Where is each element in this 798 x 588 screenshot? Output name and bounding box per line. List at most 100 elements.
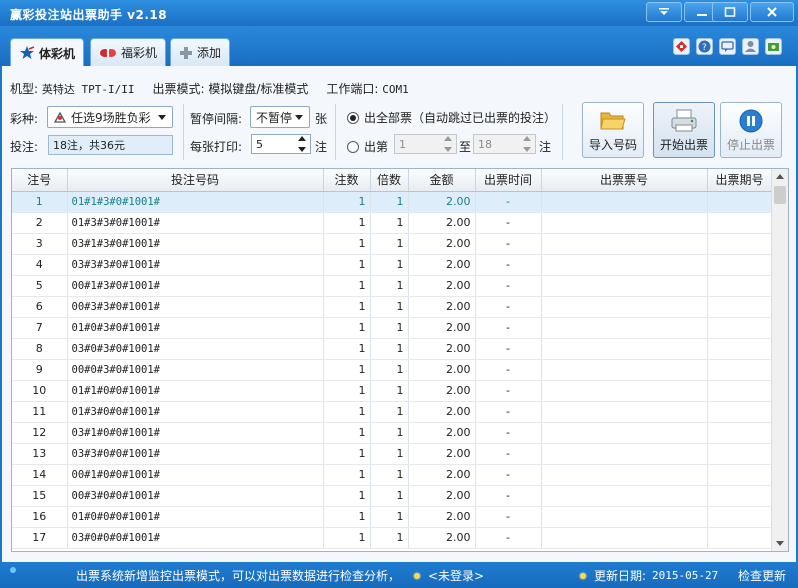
table-cell: - bbox=[475, 380, 542, 402]
column-header[interactable]: 注号 bbox=[12, 169, 68, 192]
check-update-link[interactable]: 检查更新 bbox=[738, 567, 786, 584]
table-cell: 01#0#0#0#1001# bbox=[67, 506, 324, 528]
help-icon[interactable]: ? bbox=[696, 38, 713, 55]
table-cell: 13 bbox=[12, 443, 68, 465]
table-cell: 1 bbox=[323, 401, 371, 423]
table-row[interactable]: 15 00#3#0#0#1001# 1 1 2.00- bbox=[12, 485, 773, 507]
scroll-thumb[interactable] bbox=[774, 186, 786, 204]
table-cell: 00#0#3#0#1001# bbox=[67, 359, 324, 381]
table-cell: 01#1#0#0#1001# bbox=[67, 380, 324, 402]
printer-icon bbox=[670, 109, 698, 136]
stop-printing-button[interactable]: 停止出票 bbox=[720, 102, 782, 158]
table-cell: 2.00 bbox=[408, 485, 476, 507]
chat-icon[interactable] bbox=[719, 38, 736, 55]
table-cell bbox=[707, 359, 773, 381]
pause-interval-label: 暂停间隔: bbox=[190, 112, 243, 126]
table-row[interactable]: 2 01#3#3#0#1001# 1 1 2.00- bbox=[12, 212, 773, 234]
user-icon[interactable] bbox=[742, 38, 759, 55]
table-row[interactable]: 5 00#1#3#0#1001# 1 1 2.00- bbox=[12, 275, 773, 297]
chevron-down-icon bbox=[158, 115, 166, 120]
table-cell bbox=[707, 233, 773, 255]
table-cell: - bbox=[475, 338, 542, 360]
dropdown-menu-button[interactable] bbox=[646, 2, 682, 22]
scroll-up-icon[interactable] bbox=[776, 174, 784, 179]
table-cell bbox=[541, 296, 708, 318]
stepper-buttons[interactable] bbox=[521, 136, 533, 152]
chevron-down-icon bbox=[295, 115, 303, 120]
table-cell bbox=[707, 254, 773, 276]
column-header[interactable]: 金额 bbox=[408, 169, 476, 192]
table-row[interactable]: 4 03#3#3#0#1001# 1 1 2.00- bbox=[12, 254, 773, 276]
table-cell: 1 bbox=[323, 422, 371, 444]
table-cell: 1 bbox=[370, 401, 409, 423]
table-row[interactable]: 8 03#0#3#0#1001# 1 1 2.00- bbox=[12, 338, 773, 360]
table-cell bbox=[541, 464, 708, 486]
range-from-stepper[interactable]: 1 bbox=[394, 134, 457, 154]
tab-sports-lottery[interactable]: 体彩机 bbox=[10, 38, 85, 67]
table-cell: 4 bbox=[12, 254, 68, 276]
plus-icon bbox=[179, 46, 193, 60]
table-cell: 14 bbox=[12, 464, 68, 486]
table-cell: - bbox=[475, 191, 542, 213]
table-row[interactable]: 3 03#1#3#0#1001# 1 1 2.00- bbox=[12, 233, 773, 255]
table-row[interactable]: 12 03#1#0#0#1001# 1 1 2.00- bbox=[12, 422, 773, 444]
table-row[interactable]: 7 01#0#3#0#1001# 1 1 2.00- bbox=[12, 317, 773, 339]
red-badge-icon[interactable] bbox=[673, 38, 690, 55]
close-button[interactable] bbox=[750, 2, 794, 22]
range-suffix: 注 bbox=[539, 140, 552, 154]
column-header[interactable]: 出票期号 bbox=[707, 169, 773, 192]
minimize-icon bbox=[696, 7, 708, 17]
lottery-type-select[interactable]: 任选9场胜负彩 bbox=[47, 106, 173, 128]
table-cell: 1 bbox=[323, 380, 371, 402]
money-icon[interactable] bbox=[765, 38, 782, 55]
table-cell: 1 bbox=[370, 380, 409, 402]
column-header[interactable]: 注数 bbox=[323, 169, 371, 192]
table-cell: 17 bbox=[12, 527, 68, 549]
stepper-buttons[interactable] bbox=[442, 136, 454, 152]
table-row[interactable]: 16 01#0#0#0#1001# 1 1 2.00- bbox=[12, 506, 773, 528]
table-row[interactable]: 11 01#3#0#0#1001# 1 1 2.00- bbox=[12, 401, 773, 423]
table-row[interactable]: 6 00#3#3#0#1001# 1 1 2.00- bbox=[12, 296, 773, 318]
mode-info: 出票模式: 模拟键盘/标准模式 bbox=[152, 82, 309, 96]
table-cell bbox=[541, 443, 708, 465]
radio-range-tickets[interactable]: 出第 bbox=[347, 138, 388, 155]
radio-all-tickets[interactable]: 出全部票（自动跳过已出票的投注） bbox=[347, 109, 556, 126]
table-cell: 1 bbox=[370, 338, 409, 360]
lottery-type-icon bbox=[53, 110, 67, 124]
range-to-stepper[interactable]: 18 bbox=[473, 134, 536, 154]
tab-welfare-lottery[interactable]: 福彩机 bbox=[90, 38, 167, 66]
table-cell: 1 bbox=[323, 359, 371, 381]
table-row[interactable]: 14 00#1#0#0#1001# 1 1 2.00- bbox=[12, 464, 773, 486]
vertical-scrollbar[interactable] bbox=[771, 169, 788, 551]
column-header[interactable]: 倍数 bbox=[370, 169, 409, 192]
maximize-button[interactable] bbox=[712, 2, 748, 22]
table-cell: - bbox=[475, 254, 542, 276]
stepper-buttons[interactable] bbox=[296, 136, 308, 152]
table-row[interactable]: 9 00#0#3#0#1001# 1 1 2.00- bbox=[12, 359, 773, 381]
table-cell: - bbox=[475, 317, 542, 339]
table-cell bbox=[707, 296, 773, 318]
close-icon bbox=[766, 6, 778, 18]
start-printing-button[interactable]: 开始出票 bbox=[653, 102, 715, 158]
pause-interval-select[interactable]: 不暂停 bbox=[250, 106, 310, 128]
table-cell: 1 bbox=[370, 485, 409, 507]
lottery-type-value: 任选9场胜负彩 bbox=[71, 110, 151, 125]
column-header[interactable]: 投注号码 bbox=[67, 169, 324, 192]
tab-add[interactable]: 添加 bbox=[170, 38, 231, 66]
table-row[interactable]: 1 01#1#3#0#1001# 1 1 2.00- bbox=[12, 191, 773, 213]
tab-label: 福彩机 bbox=[121, 46, 158, 60]
column-header[interactable]: 出票时间 bbox=[475, 169, 542, 192]
table-cell: 01#3#0#0#1001# bbox=[67, 401, 324, 423]
table-row[interactable]: 17 03#0#0#0#1001# 1 1 2.00- bbox=[12, 527, 773, 549]
per-ticket-stepper[interactable]: 5 bbox=[251, 134, 311, 154]
table-row[interactable]: 10 01#1#0#0#1001# 1 1 2.00- bbox=[12, 380, 773, 402]
table-cell: 00#1#3#0#1001# bbox=[67, 275, 324, 297]
import-numbers-button[interactable]: 导入号码 bbox=[582, 102, 644, 158]
table-cell: 01#1#3#0#1001# bbox=[67, 191, 324, 213]
login-status[interactable]: <未登录> bbox=[414, 567, 484, 584]
table-row[interactable]: 13 03#3#0#0#1001# 1 1 2.00- bbox=[12, 443, 773, 465]
divider bbox=[183, 104, 184, 160]
column-header[interactable]: 出票票号 bbox=[541, 169, 708, 192]
table-cell: 1 bbox=[12, 191, 68, 213]
scroll-down-icon[interactable] bbox=[776, 541, 784, 546]
